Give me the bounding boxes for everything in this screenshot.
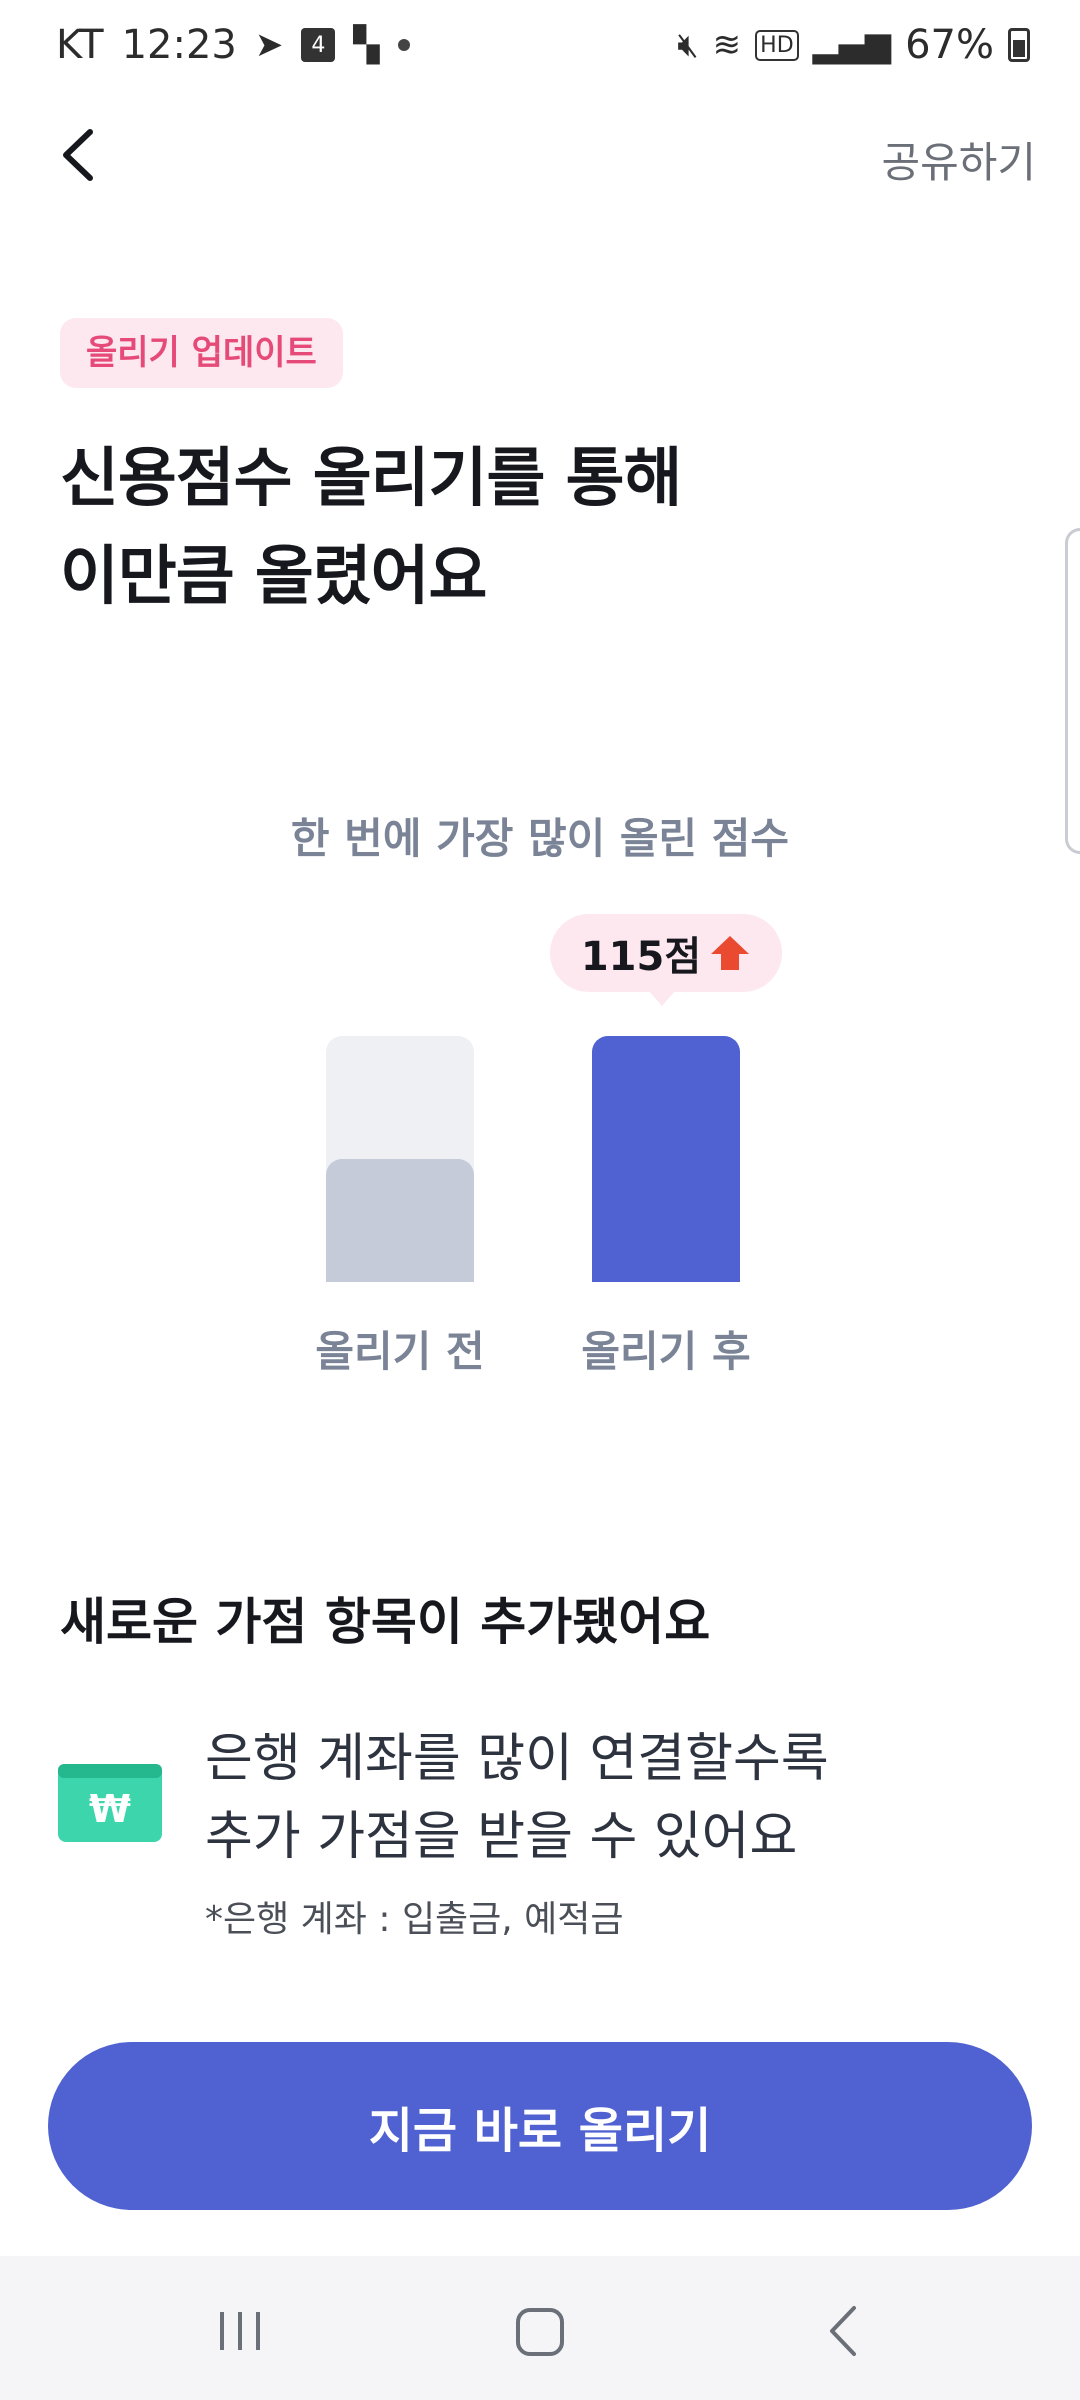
bar-0 — [326, 1159, 474, 1282]
score-bubble: 115점 — [550, 914, 782, 1006]
svg-text:₩: ₩ — [89, 1787, 131, 1831]
info-line-1: 은행 계좌를 많이 연결할수록 — [205, 1729, 829, 1789]
score-increase-label: 115점 — [580, 934, 702, 980]
bar-base-0 — [326, 1264, 474, 1282]
bank-account-icon: ₩ — [58, 1764, 162, 1842]
raise-now-button[interactable]: 지금 바로 올리기 — [48, 2042, 1032, 2210]
bar-1 — [592, 1036, 740, 1282]
bar-base-1 — [592, 1264, 740, 1282]
bar-label-before: 올리기 전 — [315, 1327, 485, 1376]
arrow-up-icon — [711, 936, 750, 970]
info-line-2: 추가 가점을 받을 수 있어요 — [205, 1807, 798, 1867]
bar-label-after: 올리기 후 — [581, 1327, 751, 1376]
section-title: 새로운 가점 항목이 추가됐어요 — [60, 1593, 711, 1651]
back-nav-icon[interactable] — [806, 2296, 886, 2366]
info-note: *은행 계좌 : 입출금, 예적금 — [205, 1899, 624, 1940]
recent-apps-icon[interactable] — [200, 2296, 280, 2366]
info-text: 은행 계좌를 많이 연결할수록 추가 가점을 받을 수 있어요 — [205, 1720, 829, 1876]
system-nav-bar — [0, 2256, 1080, 2400]
home-icon[interactable] — [500, 2296, 580, 2366]
score-chart — [326, 1036, 740, 1282]
